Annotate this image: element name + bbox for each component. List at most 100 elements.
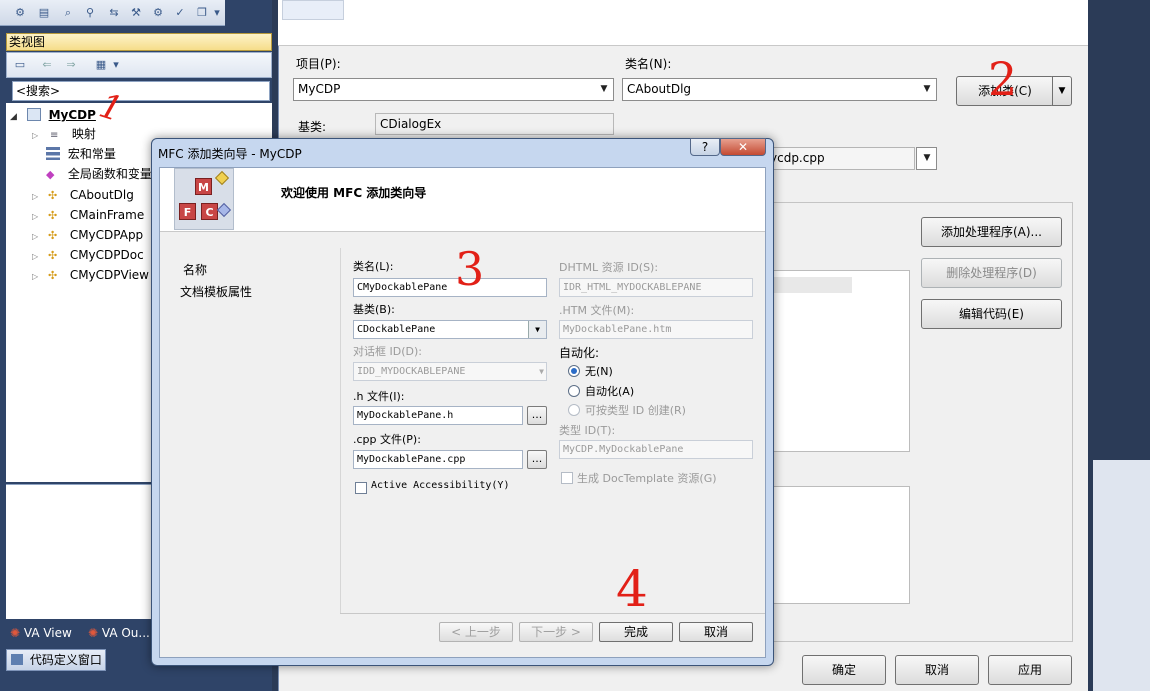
collapsed-icon[interactable]: ▷ [32, 212, 38, 221]
radio-none-label: 无(N) [585, 365, 613, 378]
base-class-select[interactable]: CDockablePane ▼ [353, 320, 547, 339]
classname-select[interactable]: CAboutDlg ▼ [622, 78, 937, 101]
cancel-button[interactable]: 取消 [895, 655, 979, 685]
handlers-list[interactable] [770, 486, 910, 604]
tree-item-label: 宏和常量 [67, 147, 116, 161]
remove-handler-button[interactable]: 删除处理程序(D) [921, 258, 1062, 288]
file-dropdown[interactable]: ▼ [916, 147, 937, 170]
tab-va-outline[interactable]: ✺ VA Ou... [88, 624, 150, 642]
chevron-down-icon[interactable]: ▼ [920, 81, 934, 98]
close-icon: ✕ [737, 140, 749, 154]
add-handler-button[interactable]: 添加处理程序(A)... [921, 217, 1062, 247]
tree-item-label: 映射 [71, 127, 96, 141]
add-class-dropdown[interactable]: ▼ [1052, 76, 1072, 106]
forward-arrow-icon[interactable]: ⇒ [63, 57, 79, 72]
class-name-label: 类名(L): [353, 260, 394, 273]
annotation-3: 3 [455, 242, 485, 296]
chevron-down-icon: ▼ [539, 367, 544, 376]
annotation-4: 4 [616, 560, 648, 618]
chevron-down-icon: ▼ [1058, 86, 1066, 96]
h-file-input[interactable]: MyDockablePane.h [353, 406, 523, 425]
debug-icon[interactable]: ⚙ [12, 5, 28, 20]
search-input[interactable]: <搜索> [12, 81, 270, 101]
tree-item-map[interactable]: ▷ ≡ 映射 [32, 124, 96, 144]
finish-button[interactable]: 完成 [599, 622, 673, 642]
class-icon: ✣ [47, 229, 58, 242]
prev-button[interactable]: < 上一步 [439, 622, 513, 642]
edit-code-button[interactable]: 编辑代码(E) [921, 299, 1062, 329]
cpp-file-input[interactable]: MyDockablePane.cpp [353, 450, 523, 469]
tree-item-mycdp[interactable]: ◢ MyCDP [10, 105, 96, 125]
back-arrow-icon[interactable]: ⇐ [39, 57, 55, 72]
tree-item-caboutdlg[interactable]: ▷ ✣ CAboutDlg [32, 185, 134, 205]
wizard-heading: 欢迎使用 MFC 添加类向导 [281, 186, 427, 200]
tree-item-cmycdpdoc[interactable]: ▷ ✣ CMyCDPDoc [32, 245, 144, 265]
expanded-icon[interactable]: ◢ [10, 112, 17, 122]
settings-icon[interactable]: ⚙ [150, 5, 166, 20]
tree-item-label: CAboutDlg [69, 188, 134, 202]
collapsed-icon[interactable]: ▷ [32, 192, 38, 201]
base-class-field: CDialogEx [375, 113, 614, 135]
search-icon[interactable]: ⚲ [82, 5, 98, 20]
tree-item-cmycdpapp[interactable]: ▷ ✣ CMyCDPApp [32, 225, 143, 245]
chevron-down-icon: ▼ [923, 153, 931, 163]
view-settings-icon[interactable]: ▦ [93, 57, 109, 72]
collapsed-icon[interactable]: ▷ [32, 131, 38, 140]
dialog-id-select: IDD_MYDOCKABLEPANE ▼ [353, 362, 547, 381]
collapsed-icon[interactable]: ▷ [32, 272, 38, 281]
help-button[interactable]: ? [690, 138, 720, 156]
cpp-file-browse-button[interactable]: ... [527, 450, 547, 469]
properties-icon[interactable]: ▤ [36, 5, 52, 20]
tree-item-globals[interactable]: ◆ 全局函数和变量 [46, 164, 152, 184]
type-id-input: MyCDP.MyDockablePane [559, 440, 753, 459]
radio-none[interactable] [568, 365, 580, 377]
collapsed-icon[interactable]: ▷ [32, 252, 38, 261]
tab-va-view[interactable]: ✺ VA View [10, 624, 72, 642]
close-button[interactable]: ✕ [720, 138, 766, 156]
window-icon[interactable]: ❐ [194, 5, 210, 20]
radio-automation-label: 自动化(A) [585, 385, 635, 398]
base-class-label: 基类: [298, 120, 327, 134]
collapsed-icon[interactable]: ▷ [32, 232, 38, 241]
class-icon: ✣ [47, 269, 58, 282]
tree-item-cmainframe[interactable]: ▷ ✣ CMainFrame [32, 205, 144, 225]
chevron-down-icon[interactable]: ▾ [111, 57, 121, 72]
dhtml-id-input: IDR_HTML_MYDOCKABLEPANE [559, 278, 753, 297]
navigate-icon[interactable]: ⇆ [106, 5, 122, 20]
next-button[interactable]: 下一步 > [519, 622, 593, 642]
tree-item-label: 全局函数和变量 [67, 167, 152, 181]
tab-code-definition[interactable]: 代码定义窗口 [6, 649, 106, 671]
project-select[interactable]: MyCDP ▼ [293, 78, 614, 101]
chevron-down-icon[interactable]: ▼ [597, 81, 611, 98]
background-panel [1093, 460, 1150, 691]
class-icon: ✣ [47, 189, 58, 202]
help-icon: ? [701, 140, 709, 154]
chevron-down-icon[interactable]: ▼ [528, 321, 546, 338]
spellcheck-icon[interactable]: ✓ [172, 5, 188, 20]
tools-icon[interactable]: ⚒ [128, 5, 144, 20]
class-icon: ✣ [47, 209, 58, 222]
nav-item-doc-template[interactable]: 文档模板属性 [180, 283, 252, 300]
overflow-icon[interactable]: ▾ [212, 5, 222, 20]
messages-list[interactable] [770, 270, 910, 452]
dialog-id-label: 对话框 ID(D): [353, 345, 422, 358]
wizard-cancel-button[interactable]: 取消 [679, 622, 753, 642]
map-icon: ≡ [49, 130, 59, 141]
h-file-browse-button[interactable]: ... [527, 406, 547, 425]
radio-automation[interactable] [568, 385, 580, 397]
project-icon [26, 108, 41, 121]
tree-item-macros[interactable]: 宏和常量 [46, 144, 116, 164]
folder-icon[interactable]: ▭ [12, 57, 28, 72]
doctemplate-label: 生成 DocTemplate 资源(G) [577, 472, 717, 485]
active-accessibility-checkbox[interactable] [355, 482, 367, 494]
radio-creatable-label: 可按类型 ID 创建(R) [585, 404, 686, 417]
wizard-nav: 名称 文档模板属性 [160, 248, 340, 613]
find-icon[interactable]: ⌕ [60, 5, 76, 20]
tree-item-label: MyCDP [48, 108, 96, 122]
nav-item-name[interactable]: 名称 [183, 261, 207, 278]
htm-file-input: MyDockablePane.htm [559, 320, 753, 339]
ok-button[interactable]: 确定 [802, 655, 886, 685]
tree-item-cmycdpview[interactable]: ▷ ✣ CMyCDPView [32, 265, 149, 285]
apply-button[interactable]: 应用 [988, 655, 1072, 685]
class-name-input[interactable]: CMyDockablePane [353, 278, 547, 297]
